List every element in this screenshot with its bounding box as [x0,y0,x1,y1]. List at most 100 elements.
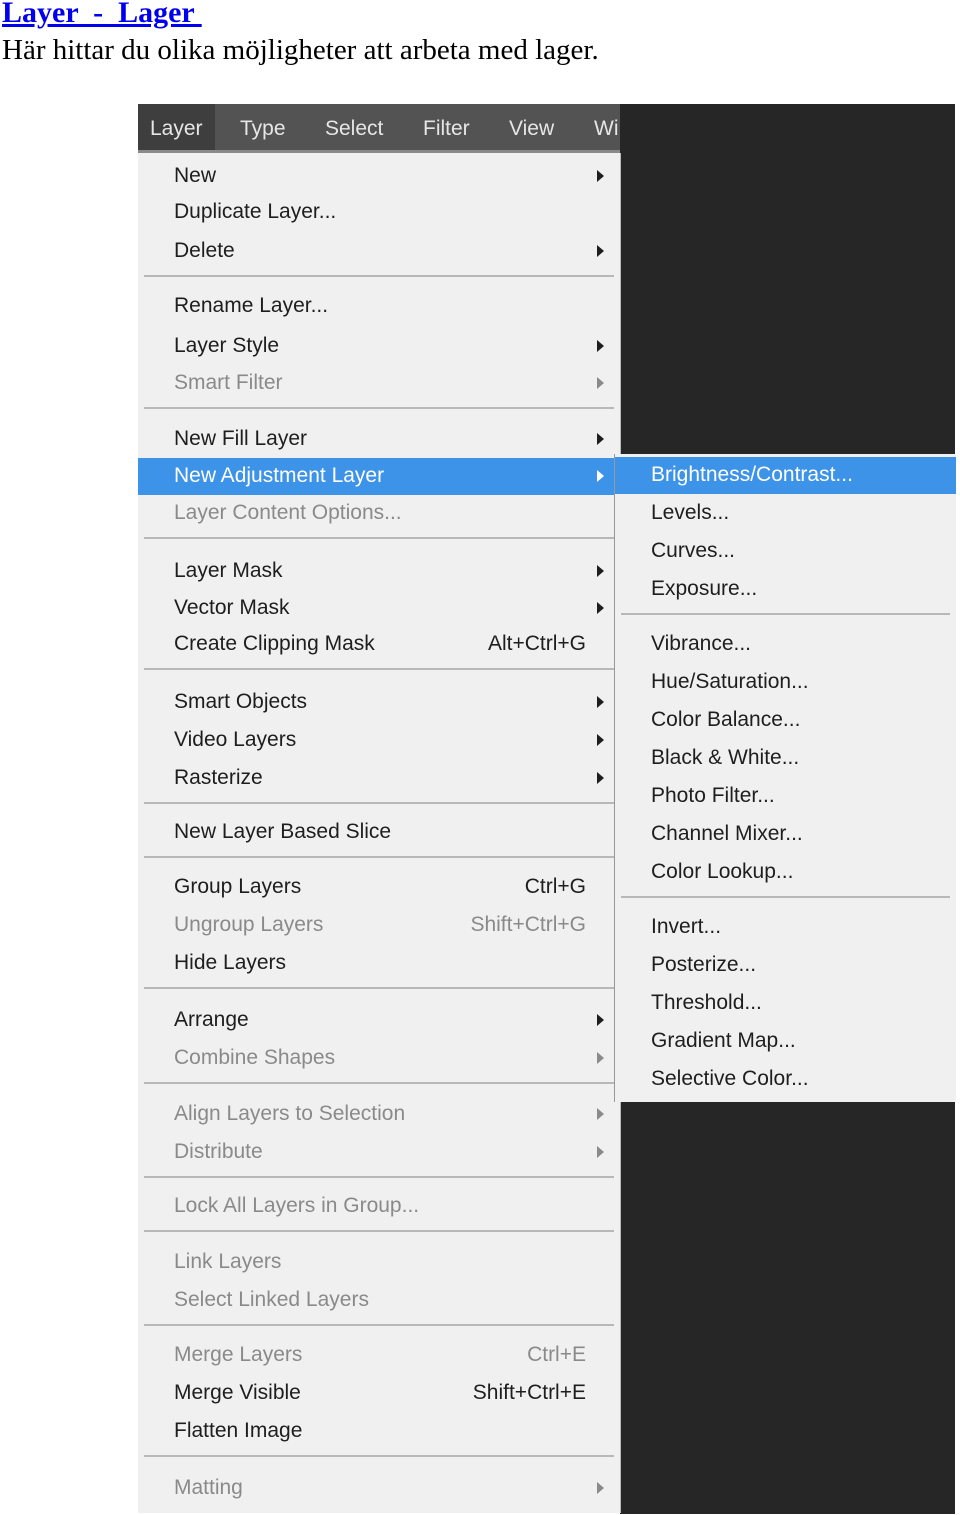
submenu-arrow-icon [597,1052,604,1064]
menu-item-flatten-image[interactable]: Flatten Image [138,1413,620,1450]
menu-item-distribute[interactable]: Distribute [138,1134,620,1171]
menu-item-levels[interactable]: Levels... [615,495,956,532]
menu-item-label: Layer Mask [174,559,283,582]
submenu-arrow-icon [597,170,604,182]
layer-menu: New Duplicate Layer... Delete Rename Layer.… [138,153,621,1513]
menu-item-create-clipping-mask[interactable]: Create Clipping Mask Alt+Ctrl+G [138,626,620,663]
menu-item-vibrance[interactable]: Vibrance... [615,626,956,663]
menu-item-rename-layer[interactable]: Rename Layer... [138,288,620,325]
menu-item-threshold[interactable]: Threshold... [615,985,956,1022]
menu-item-layer-mask[interactable]: Layer Mask [138,553,620,590]
menu-item-label: Duplicate Layer... [174,200,337,223]
menu-item-label: Vibrance... [651,632,752,655]
menu-item-label: Smart Objects [174,690,308,713]
menu-item-lock-all-layers-in-group[interactable]: Lock All Layers in Group... [138,1188,620,1225]
menu-separator [144,275,614,277]
document-title-link[interactable]: Layer - Lager [2,0,202,30]
menu-item-label: Hue/Saturation... [651,670,809,693]
menu-item-group-layers[interactable]: Group Layers Ctrl+G [138,869,620,906]
menu-item-label: Lock All Layers in Group... [174,1194,420,1217]
menubar-item-type[interactable]: Type [228,104,298,150]
menu-item-new-fill-layer[interactable]: New Fill Layer [138,421,620,458]
menu-item-smart-filter[interactable]: Smart Filter [138,365,620,402]
menu-separator [144,1455,614,1457]
menu-item-posterize[interactable]: Posterize... [615,947,956,984]
menu-item-matting[interactable]: Matting [138,1470,620,1507]
menu-item-label: Exposure... [651,577,758,600]
menu-item-label: Distribute [174,1140,263,1163]
menu-item-label: Selective Color... [651,1067,809,1090]
menu-item-video-layers[interactable]: Video Layers [138,722,620,759]
menubar-item-select[interactable]: Select [313,104,395,150]
menu-item-label: Align Layers to Selection [174,1102,406,1125]
menu-item-label: Arrange [174,1008,249,1031]
menu-item-new-layer-based-slice[interactable]: New Layer Based Slice [138,814,620,851]
menu-item-delete[interactable]: Delete [138,233,620,270]
document-intro: Här hittar du olika möjligheter att arbe… [2,34,599,66]
menu-item-label: Create Clipping Mask [174,632,375,655]
menu-item-curves[interactable]: Curves... [615,533,956,570]
menu-item-layer-style[interactable]: Layer Style [138,328,620,365]
menu-item-gradient-map[interactable]: Gradient Map... [615,1023,956,1060]
menu-item-arrange[interactable]: Arrange [138,1002,620,1039]
menubar-item-view[interactable]: View [497,104,566,150]
menu-item-selective-color[interactable]: Selective Color... [615,1061,956,1098]
menu-item-invert[interactable]: Invert... [615,909,956,946]
menu-item-label: Hide Layers [174,951,287,974]
menu-item-black-white[interactable]: Black & White... [615,740,956,777]
menu-item-label: Smart Filter [174,371,283,394]
menu-item-label: Invert... [651,915,722,938]
menu-item-label: Posterize... [651,953,757,976]
menu-item-photo-filter[interactable]: Photo Filter... [615,778,956,815]
menubar-item-layer[interactable]: Layer [138,104,215,150]
menu-item-link-layers[interactable]: Link Layers [138,1244,620,1281]
adjustment-layer-submenu: Brightness/Contrast... Levels... Curves...… [614,454,956,1102]
menu-item-color-lookup[interactable]: Color Lookup... [615,854,956,891]
menu-separator [621,896,950,898]
menu-item-channel-mixer[interactable]: Channel Mixer... [615,816,956,853]
menu-item-merge-layers[interactable]: Merge Layers Ctrl+E [138,1337,620,1374]
menu-item-hue-saturation[interactable]: Hue/Saturation... [615,664,956,701]
menu-item-layer-content-options[interactable]: Layer Content Options... [138,495,620,532]
menu-item-select-linked-layers[interactable]: Select Linked Layers [138,1282,620,1319]
menubar-item-filter[interactable]: Filter [411,104,482,150]
menubar-item-wi[interactable]: Wi [582,104,631,150]
submenu-arrow-icon [597,1482,604,1494]
menu-item-brightness-contrast[interactable]: Brightness/Contrast... [615,457,956,494]
menu-item-label: Flatten Image [174,1419,303,1442]
menu-item-ungroup-layers[interactable]: Ungroup Layers Shift+Ctrl+G [138,907,620,944]
menu-separator [144,407,614,409]
menu-item-color-balance[interactable]: Color Balance... [615,702,956,739]
submenu-arrow-icon [597,433,604,445]
menu-item-exposure[interactable]: Exposure... [615,571,956,608]
menu-item-label: Delete [174,239,235,262]
menu-item-label: Video Layers [174,728,297,751]
menu-item-label: Levels... [651,501,730,524]
menu-item-label: Layer Content Options... [174,501,402,524]
menu-item-label: Combine Shapes [174,1046,336,1069]
menu-item-label: Color Lookup... [651,860,794,883]
menu-item-align-layers-to-selection[interactable]: Align Layers to Selection [138,1096,620,1133]
menu-item-duplicate-layer[interactable]: Duplicate Layer... [138,194,620,231]
menu-item-new-adjustment-layer[interactable]: New Adjustment Layer [138,458,620,495]
menu-item-label: New Layer Based Slice [174,820,392,843]
menu-item-label: Color Balance... [651,708,801,731]
menu-item-label: Link Layers [174,1250,282,1273]
menu-separator [144,1230,614,1232]
menu-item-label: New [174,164,217,187]
menu-item-combine-shapes[interactable]: Combine Shapes [138,1040,620,1077]
menu-item-label: Merge Visible [174,1381,301,1404]
menu-separator [621,613,950,615]
menu-item-label: Vector Mask [174,596,290,619]
menu-item-merge-visible[interactable]: Merge Visible Shift+Ctrl+E [138,1375,620,1412]
menu-item-new[interactable]: New [138,158,620,195]
submenu-arrow-icon [597,734,604,746]
submenu-arrow-icon [597,245,604,257]
menu-item-rasterize[interactable]: Rasterize [138,760,620,797]
menu-separator [144,537,614,539]
menu-item-vector-mask[interactable]: Vector Mask [138,590,620,627]
menu-item-label: Matting [174,1476,243,1499]
menu-item-hide-layers[interactable]: Hide Layers [138,945,620,982]
menu-item-smart-objects[interactable]: Smart Objects [138,684,620,721]
menu-item-label: New Fill Layer [174,427,308,450]
